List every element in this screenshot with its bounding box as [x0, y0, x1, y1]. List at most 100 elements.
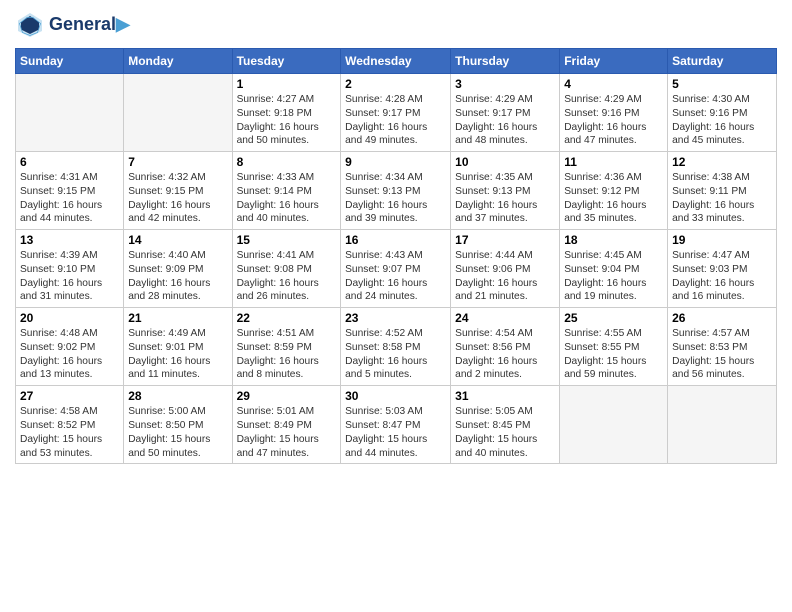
day-cell: 5 Sunrise: 4:30 AMSunset: 9:16 PMDaylight… — [668, 74, 777, 152]
day-cell: 2 Sunrise: 4:28 AMSunset: 9:17 PMDaylight… — [341, 74, 451, 152]
day-number: 2 — [345, 77, 446, 91]
week-row-3: 13 Sunrise: 4:39 AMSunset: 9:10 PMDayligh… — [16, 230, 777, 308]
day-cell: 28 Sunrise: 5:00 AMSunset: 8:50 PMDayligh… — [124, 386, 232, 464]
day-number: 21 — [128, 311, 227, 325]
day-detail: Sunrise: 5:01 AMSunset: 8:49 PMDaylight:… — [237, 405, 337, 460]
day-cell: 4Sunrise: 4:29 AMSunset: 9:16 PMDaylight… — [560, 74, 668, 152]
day-detail: Sunrise: 5:03 AMSunset: 8:47 PMDaylight:… — [345, 405, 446, 460]
day-cell: 15 Sunrise: 4:41 AMSunset: 9:08 PMDayligh… — [232, 230, 341, 308]
day-detail: Sunrise: 5:05 AMSunset: 8:45 PMDaylight:… — [455, 405, 555, 460]
day-number: 8 — [237, 155, 337, 169]
day-detail: Sunrise: 4:39 AMSunset: 9:10 PMDaylight:… — [20, 249, 119, 304]
logo-icon — [15, 10, 45, 40]
week-row-5: 27Sunrise: 4:58 AMSunset: 8:52 PMDayligh… — [16, 386, 777, 464]
day-number: 31 — [455, 389, 555, 403]
col-header-thursday: Thursday — [451, 49, 560, 74]
day-cell: 20Sunrise: 4:48 AMSunset: 9:02 PMDayligh… — [16, 308, 124, 386]
day-cell: 12 Sunrise: 4:38 AMSunset: 9:11 PMDayligh… — [668, 152, 777, 230]
col-header-saturday: Saturday — [668, 49, 777, 74]
calendar-header-row: SundayMondayTuesdayWednesdayThursdayFrid… — [16, 49, 777, 74]
day-cell: 16 Sunrise: 4:43 AMSunset: 9:07 PMDayligh… — [341, 230, 451, 308]
day-detail: Sunrise: 4:40 AMSunset: 9:09 PMDaylight:… — [128, 249, 227, 304]
day-number: 22 — [237, 311, 337, 325]
day-number: 1 — [237, 77, 337, 91]
day-number: 5 — [672, 77, 772, 91]
day-number: 30 — [345, 389, 446, 403]
day-detail: Sunrise: 4:28 AMSunset: 9:17 PMDaylight:… — [345, 93, 446, 148]
day-detail: Sunrise: 4:38 AMSunset: 9:11 PMDaylight:… — [672, 171, 772, 226]
day-detail: Sunrise: 4:29 AMSunset: 9:17 PMDaylight:… — [455, 93, 555, 148]
day-number: 12 — [672, 155, 772, 169]
day-number: 13 — [20, 233, 119, 247]
day-detail: Sunrise: 4:30 AMSunset: 9:16 PMDaylight:… — [672, 93, 772, 148]
day-cell: 1 Sunrise: 4:27 AMSunset: 9:18 PMDaylight… — [232, 74, 341, 152]
day-number: 15 — [237, 233, 337, 247]
day-detail: Sunrise: 4:27 AMSunset: 9:18 PMDaylight:… — [237, 93, 337, 148]
logo: General▶ — [15, 10, 130, 40]
day-cell: 25Sunrise: 4:55 AMSunset: 8:55 PMDayligh… — [560, 308, 668, 386]
day-number: 3 — [455, 77, 555, 91]
day-cell: 31 Sunrise: 5:05 AMSunset: 8:45 PMDayligh… — [451, 386, 560, 464]
day-cell — [668, 386, 777, 464]
day-detail: Sunrise: 4:54 AMSunset: 8:56 PMDaylight:… — [455, 327, 555, 382]
day-cell: 7 Sunrise: 4:32 AMSunset: 9:15 PMDaylight… — [124, 152, 232, 230]
day-detail: Sunrise: 4:45 AMSunset: 9:04 PMDaylight:… — [564, 249, 663, 304]
day-detail: Sunrise: 4:49 AMSunset: 9:01 PMDaylight:… — [128, 327, 227, 382]
day-cell: 24 Sunrise: 4:54 AMSunset: 8:56 PMDayligh… — [451, 308, 560, 386]
day-detail: Sunrise: 4:41 AMSunset: 9:08 PMDaylight:… — [237, 249, 337, 304]
day-cell: 3 Sunrise: 4:29 AMSunset: 9:17 PMDaylight… — [451, 74, 560, 152]
day-cell: 19 Sunrise: 4:47 AMSunset: 9:03 PMDayligh… — [668, 230, 777, 308]
day-detail: Sunrise: 5:00 AMSunset: 8:50 PMDaylight:… — [128, 405, 227, 460]
day-cell: 6 Sunrise: 4:31 AMSunset: 9:15 PMDaylight… — [16, 152, 124, 230]
day-number: 28 — [128, 389, 227, 403]
day-number: 7 — [128, 155, 227, 169]
day-number: 10 — [455, 155, 555, 169]
day-number: 16 — [345, 233, 446, 247]
day-number: 6 — [20, 155, 119, 169]
day-detail: Sunrise: 4:31 AMSunset: 9:15 PMDaylight:… — [20, 171, 119, 226]
day-cell: 18Sunrise: 4:45 AMSunset: 9:04 PMDayligh… — [560, 230, 668, 308]
day-cell: 30 Sunrise: 5:03 AMSunset: 8:47 PMDayligh… — [341, 386, 451, 464]
day-cell — [124, 74, 232, 152]
logo-text-block: General▶ — [49, 14, 130, 36]
header: General▶ — [15, 10, 777, 40]
day-detail: Sunrise: 4:33 AMSunset: 9:14 PMDaylight:… — [237, 171, 337, 226]
day-detail: Sunrise: 4:47 AMSunset: 9:03 PMDaylight:… — [672, 249, 772, 304]
day-detail: Sunrise: 4:43 AMSunset: 9:07 PMDaylight:… — [345, 249, 446, 304]
day-cell: 22 Sunrise: 4:51 AMSunset: 8:59 PMDayligh… — [232, 308, 341, 386]
day-number: 11 — [564, 155, 663, 169]
day-cell: 11 Sunrise: 4:36 AMSunset: 9:12 PMDayligh… — [560, 152, 668, 230]
col-header-friday: Friday — [560, 49, 668, 74]
col-header-wednesday: Wednesday — [341, 49, 451, 74]
day-cell: 9 Sunrise: 4:34 AMSunset: 9:13 PMDaylight… — [341, 152, 451, 230]
day-cell: 17Sunrise: 4:44 AMSunset: 9:06 PMDayligh… — [451, 230, 560, 308]
col-header-monday: Monday — [124, 49, 232, 74]
day-number: 24 — [455, 311, 555, 325]
day-number: 23 — [345, 311, 446, 325]
day-number: 25 — [564, 311, 663, 325]
day-detail: Sunrise: 4:57 AMSunset: 8:53 PMDaylight:… — [672, 327, 772, 382]
col-header-tuesday: Tuesday — [232, 49, 341, 74]
day-detail: Sunrise: 4:52 AMSunset: 8:58 PMDaylight:… — [345, 327, 446, 382]
day-number: 27 — [20, 389, 119, 403]
day-detail: Sunrise: 4:35 AMSunset: 9:13 PMDaylight:… — [455, 171, 555, 226]
day-detail: Sunrise: 4:51 AMSunset: 8:59 PMDaylight:… — [237, 327, 337, 382]
day-number: 19 — [672, 233, 772, 247]
day-cell: 26 Sunrise: 4:57 AMSunset: 8:53 PMDayligh… — [668, 308, 777, 386]
day-detail: Sunrise: 4:32 AMSunset: 9:15 PMDaylight:… — [128, 171, 227, 226]
day-cell: 29Sunrise: 5:01 AMSunset: 8:49 PMDayligh… — [232, 386, 341, 464]
day-number: 26 — [672, 311, 772, 325]
week-row-2: 6 Sunrise: 4:31 AMSunset: 9:15 PMDaylight… — [16, 152, 777, 230]
day-cell: 21 Sunrise: 4:49 AMSunset: 9:01 PMDayligh… — [124, 308, 232, 386]
day-number: 14 — [128, 233, 227, 247]
day-detail: Sunrise: 4:48 AMSunset: 9:02 PMDaylight:… — [20, 327, 119, 382]
day-detail: Sunrise: 4:34 AMSunset: 9:13 PMDaylight:… — [345, 171, 446, 226]
week-row-4: 20Sunrise: 4:48 AMSunset: 9:02 PMDayligh… — [16, 308, 777, 386]
day-cell — [16, 74, 124, 152]
day-cell: 23 Sunrise: 4:52 AMSunset: 8:58 PMDayligh… — [341, 308, 451, 386]
day-cell: 10 Sunrise: 4:35 AMSunset: 9:13 PMDayligh… — [451, 152, 560, 230]
logo-line1: General▶ — [49, 14, 130, 36]
day-number: 9 — [345, 155, 446, 169]
calendar-table: SundayMondayTuesdayWednesdayThursdayFrid… — [15, 48, 777, 464]
day-detail: Sunrise: 4:36 AMSunset: 9:12 PMDaylight:… — [564, 171, 663, 226]
